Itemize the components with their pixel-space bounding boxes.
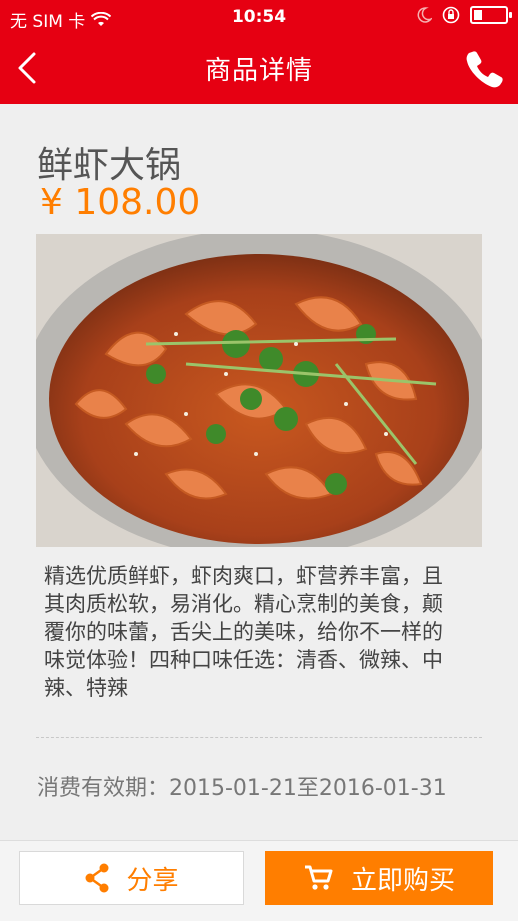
cart-icon xyxy=(304,865,333,890)
phone-icon[interactable] xyxy=(464,48,504,88)
share-label: 分享 xyxy=(126,865,179,896)
product-name: 鲜虾大锅 xyxy=(37,145,182,186)
product-photo xyxy=(36,234,482,547)
product-detail: 鲜虾大锅 ¥ 108.00 精选优质鲜虾，虾肉爽口，虾营养丰富，且其肉质松软，易… xyxy=(0,104,518,840)
shrimp-pot-image xyxy=(36,234,482,547)
share-button[interactable]: 分享 xyxy=(19,851,244,905)
product-price: ¥ 108.00 xyxy=(40,182,201,223)
header-bar: 无 SIM 卡 10:54 商品详情 xyxy=(0,0,518,104)
divider xyxy=(36,737,482,738)
buy-now-button[interactable]: 立即购买 xyxy=(265,851,493,905)
rotation-lock-icon xyxy=(442,6,460,24)
product-description: 精选优质鲜虾，虾肉爽口，虾营养丰富，且其肉质松软，易消化。精心烹制的美食，颠覆你… xyxy=(44,564,443,700)
moon-icon xyxy=(417,7,432,23)
validity-period: 消费有效期：2015-01-21至2016-01-31 xyxy=(37,776,447,801)
status-right xyxy=(416,6,512,24)
nav-bar: 商品详情 xyxy=(0,34,518,104)
buy-label: 立即购买 xyxy=(350,865,455,896)
bottom-action-bar: 分享 立即购买 xyxy=(0,840,518,921)
battery-icon xyxy=(470,6,512,24)
share-icon xyxy=(85,863,109,893)
status-bar: 无 SIM 卡 10:54 xyxy=(0,0,518,34)
page-title: 商品详情 xyxy=(204,56,313,86)
